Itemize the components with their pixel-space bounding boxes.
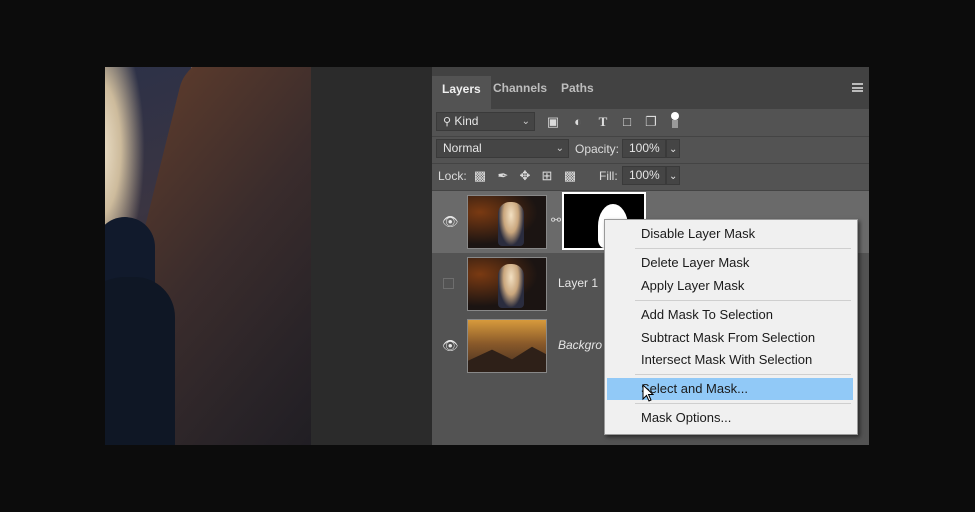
lock-brush-icon[interactable]: ✒ [495, 168, 511, 184]
eye-icon[interactable]: 👁 [442, 339, 459, 353]
menu-separator [635, 300, 851, 301]
opacity-input[interactable]: 100% [622, 139, 666, 158]
panel-menu-icon[interactable] [852, 83, 863, 92]
menu-item-intersect-mask-with-selection[interactable]: Intersect Mask With Selection [607, 349, 853, 371]
tab-layers[interactable]: Layers [432, 76, 491, 109]
type-icon[interactable]: T [595, 114, 611, 130]
smart-object-icon[interactable]: ❐ [643, 114, 659, 130]
chevron-down-icon: ⌄ [555, 143, 564, 154]
fill-label: Fill: [599, 169, 618, 183]
filter-kind-label: Kind [454, 114, 479, 128]
blend-row: Normal ⌄ Opacity: 100% ⌄ [432, 136, 869, 164]
filter-row: ⚲ Kind ⌄ ▣ ◐ T □ ❐ [432, 109, 869, 137]
document-canvas[interactable] [105, 67, 311, 445]
lock-move-icon[interactable]: ✥ [517, 168, 533, 184]
opacity-label: Opacity: [575, 142, 620, 156]
opacity-dropdown[interactable]: ⌄ [666, 139, 680, 158]
canvas-pasteboard [311, 67, 432, 445]
link-chain-icon[interactable]: ⚯ [551, 213, 561, 227]
blend-mode-value: Normal [443, 141, 482, 155]
visibility-off-box[interactable] [443, 278, 454, 289]
layer-name[interactable]: Backgro [558, 338, 602, 352]
blend-mode-select[interactable]: Normal ⌄ [436, 139, 569, 158]
shape-icon[interactable]: □ [619, 114, 635, 130]
eye-icon[interactable]: 👁 [442, 215, 459, 229]
tab-paths[interactable]: Paths [551, 67, 604, 100]
chevron-down-icon: ⌄ [521, 116, 530, 127]
panel-tab-bar: Layers Channels Paths [432, 67, 869, 109]
canvas-coat [105, 277, 175, 445]
lock-all-icon[interactable]: ▩ [562, 168, 578, 184]
toggle-dot-icon[interactable] [667, 111, 683, 128]
tab-channels[interactable]: Channels [483, 67, 557, 100]
menu-separator [635, 374, 851, 375]
layer-thumbnail[interactable] [467, 195, 547, 249]
image-icon[interactable]: ▣ [545, 114, 561, 130]
filter-kind-select[interactable]: ⚲ Kind ⌄ [436, 112, 535, 131]
lock-transparent-icon[interactable]: ▩ [472, 168, 488, 184]
menu-item-subtract-mask-from-selection[interactable]: Subtract Mask From Selection [607, 327, 853, 349]
layer-name[interactable]: Layer 1 [558, 276, 598, 290]
menu-item-add-mask-to-selection[interactable]: Add Mask To Selection [607, 304, 853, 326]
mouse-pointer-icon [642, 384, 654, 402]
menu-separator [635, 403, 851, 404]
fill-dropdown[interactable]: ⌄ [666, 166, 680, 185]
menu-item-apply-layer-mask[interactable]: Apply Layer Mask [607, 275, 853, 297]
menu-item-delete-layer-mask[interactable]: Delete Layer Mask [607, 252, 853, 274]
menu-item-disable-layer-mask[interactable]: Disable Layer Mask [607, 223, 853, 245]
chevron-down-icon: ⌄ [669, 144, 678, 155]
fill-input[interactable]: 100% [622, 166, 666, 185]
menu-item-mask-options[interactable]: Mask Options... [607, 407, 853, 429]
adjustment-icon[interactable]: ◐ [570, 114, 586, 130]
lock-artboard-icon[interactable]: ⊞ [539, 168, 555, 184]
lock-label: Lock: [438, 169, 467, 183]
search-icon: ⚲ [443, 116, 452, 128]
layer-mask-context-menu: Disable Layer Mask Delete Layer Mask App… [604, 219, 858, 435]
chevron-down-icon: ⌄ [669, 171, 678, 182]
lock-row: Lock: ▩ ✒ ✥ ⊞ ▩ Fill: 100% ⌄ [432, 163, 869, 191]
layer-thumbnail[interactable] [467, 319, 547, 373]
menu-separator [635, 248, 851, 249]
layer-thumbnail[interactable] [467, 257, 547, 311]
